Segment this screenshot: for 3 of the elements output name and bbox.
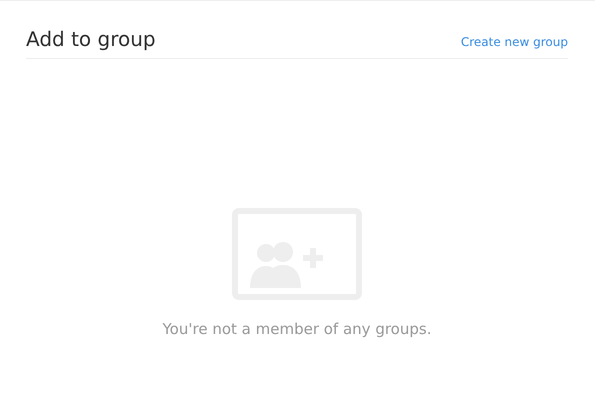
panel-title: Add to group — [26, 27, 156, 51]
empty-message: You're not a member of any groups. — [162, 320, 432, 338]
create-group-link[interactable]: Create new group — [460, 35, 568, 49]
